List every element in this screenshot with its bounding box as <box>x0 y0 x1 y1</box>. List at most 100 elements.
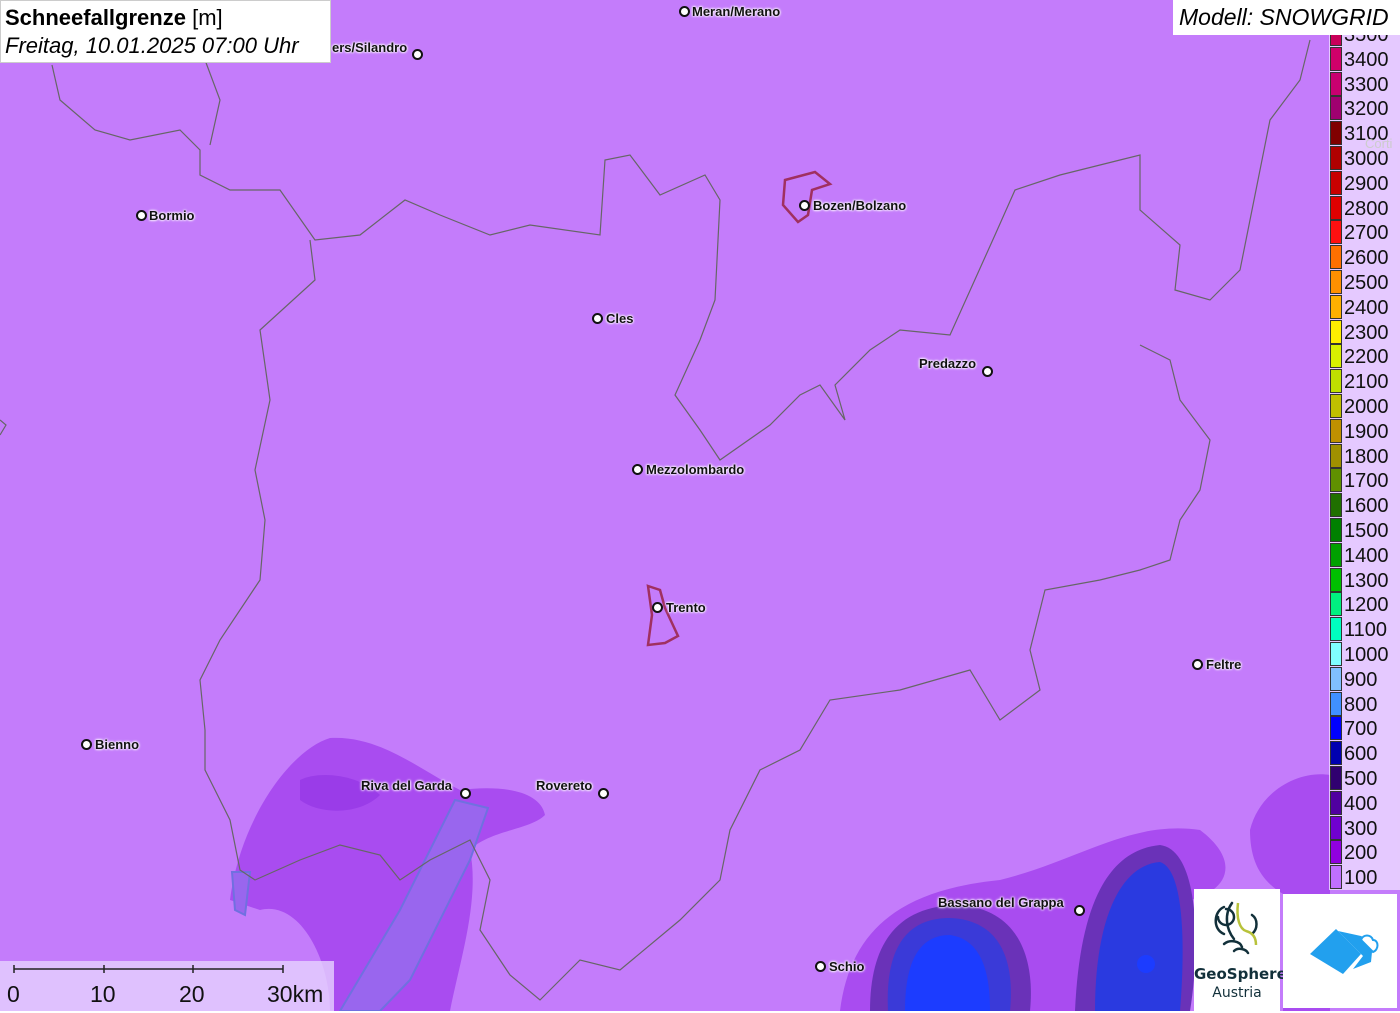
legend-swatch <box>1330 394 1342 418</box>
legend-entry: 700 <box>1329 716 1400 741</box>
city-dot <box>982 366 993 377</box>
city-label[interactable]: Bassano del Grappa <box>938 895 1064 910</box>
legend-swatch <box>1330 518 1342 542</box>
legend-entry: 600 <box>1329 741 1400 766</box>
color-legend: 3500 3400 3300 3200 3100 3000 2900 2800 2700 2600… <box>1329 22 1400 890</box>
legend-entry: 2000 <box>1329 394 1400 419</box>
legend-swatch <box>1330 493 1342 518</box>
model-label: Modell: SNOWGRID <box>1173 0 1400 35</box>
legend-entry: 100 <box>1329 865 1400 890</box>
legend-label: 3200 <box>1344 98 1389 121</box>
legend-swatch <box>1330 741 1342 766</box>
legend-swatch <box>1330 245 1342 270</box>
legend-entry: 500 <box>1329 766 1400 791</box>
city-label[interactable]: Schio <box>829 959 864 974</box>
legend-swatch <box>1330 46 1342 71</box>
city-label[interactable]: Bienno <box>95 737 139 752</box>
city-dot <box>679 6 690 17</box>
legend-swatch <box>1330 815 1342 840</box>
legend-swatch <box>1330 666 1342 691</box>
legend-label: 2300 <box>1344 321 1389 344</box>
city-dot <box>598 788 609 799</box>
legend-swatch <box>1330 592 1342 617</box>
legend-label: 2900 <box>1344 172 1389 195</box>
legend-swatch <box>1330 121 1342 146</box>
city-dot <box>632 464 643 475</box>
legend-swatch <box>1330 170 1342 195</box>
city-dot <box>1192 659 1203 670</box>
city-label[interactable]: Predazzo <box>919 356 976 371</box>
city-dot <box>136 210 147 221</box>
bolzano-outline <box>781 170 833 224</box>
trento-outline <box>646 584 680 647</box>
legend-entry: 3200 <box>1329 96 1400 121</box>
legend-entry: 1700 <box>1329 468 1400 493</box>
scale-label: 10 <box>90 981 116 1007</box>
legend-label: 300 <box>1344 817 1378 840</box>
legend-label: 2500 <box>1344 272 1389 294</box>
legend-label: 800 <box>1344 693 1378 716</box>
geosphere-logo[interactable]: GeoSphere Austria <box>1194 889 1287 1011</box>
legend-label: 1900 <box>1344 420 1389 443</box>
forecast-datetime: Freitag, 10.01.2025 07:00 Uhr <box>5 33 299 58</box>
legend-label: 1700 <box>1344 470 1389 493</box>
partner-logo[interactable] <box>1283 894 1397 1008</box>
city-label[interactable]: Bozen/Bolzano <box>813 198 906 213</box>
legend-swatch <box>1330 195 1342 220</box>
legend-label: 3400 <box>1344 48 1389 71</box>
legend-entry: 1900 <box>1329 418 1400 444</box>
legend-entry: 1100 <box>1329 617 1400 642</box>
city-label[interactable]: Riva del Garda <box>361 778 452 793</box>
map[interactable]: Meran/Merano ers/Silandro Bormio Bozen/B… <box>0 0 1400 1011</box>
legend-label: 200 <box>1344 842 1378 865</box>
legend-entry: 1200 <box>1329 592 1400 617</box>
city-label: Corti <box>1365 136 1393 151</box>
city-dot <box>460 788 471 799</box>
city-dot <box>412 49 423 60</box>
map-title: Schneefallgrenze [m] Freitag, 10.01.2025… <box>0 0 331 63</box>
legend-label: 1100 <box>1344 619 1388 642</box>
legend-entry: 200 <box>1329 840 1400 865</box>
city-dot <box>81 739 92 750</box>
scale-label: 20 <box>179 981 205 1007</box>
legend-label: 2600 <box>1344 247 1389 270</box>
city-dot <box>799 200 810 211</box>
legend-swatch <box>1330 642 1342 666</box>
legend-swatch <box>1330 369 1342 394</box>
legend-swatch <box>1330 542 1342 567</box>
city-label[interactable]: Trento <box>666 600 706 615</box>
legend-swatch <box>1330 766 1342 790</box>
mountain-cloud-icon <box>1310 929 1379 974</box>
legend-swatch <box>1330 790 1342 815</box>
legend-label: 1300 <box>1344 569 1389 592</box>
legend-swatch <box>1330 344 1342 369</box>
legend-label: 2700 <box>1344 222 1389 245</box>
legend-entry: 300 <box>1329 815 1400 841</box>
legend-swatch <box>1330 220 1342 245</box>
legend-label: 2400 <box>1344 296 1389 319</box>
city-label[interactable]: Mezzolombardo <box>646 462 744 477</box>
variable-unit: [m] <box>192 5 223 30</box>
legend-label: 1000 <box>1344 644 1389 666</box>
legend-label: 1200 <box>1344 594 1389 617</box>
legend-label: 2000 <box>1344 396 1389 418</box>
legend-label: 2800 <box>1344 197 1389 220</box>
legend-label: 900 <box>1344 668 1378 691</box>
legend-swatch <box>1330 319 1342 344</box>
legend-entry: 1600 <box>1329 493 1400 518</box>
city-label[interactable]: Bormio <box>149 208 195 223</box>
city-label[interactable]: Rovereto <box>536 778 592 793</box>
city-label[interactable]: Cles <box>606 311 633 326</box>
legend-entry: 1400 <box>1329 542 1400 568</box>
legend-swatch <box>1330 294 1342 319</box>
city-label[interactable]: Meran/Merano <box>692 4 780 19</box>
city-label[interactable]: ers/Silandro <box>332 40 407 55</box>
legend-swatch <box>1330 71 1342 96</box>
scale-label: 0 <box>7 981 20 1007</box>
scale-label: 30km <box>267 981 324 1007</box>
legend-entry: 1300 <box>1329 567 1400 593</box>
legend-entry: 2900 <box>1329 170 1400 196</box>
legend-entry: 1000 <box>1329 642 1400 667</box>
city-label[interactable]: Feltre <box>1206 657 1241 672</box>
legend-swatch <box>1330 840 1342 865</box>
